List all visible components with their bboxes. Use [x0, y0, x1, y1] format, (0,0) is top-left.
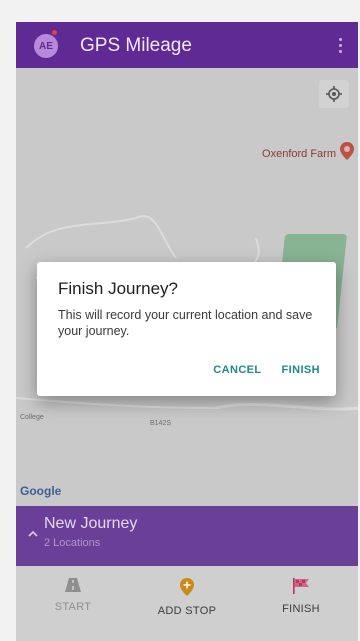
dialog-message: This will record your current location a… [58, 308, 313, 338]
dialog-actions: CANCEL FINISH [213, 364, 320, 376]
finish-journey-dialog: Finish Journey? This will record your cu… [37, 262, 336, 396]
device-frame: AE GPS Mileage Oxenford Farm College B14… [0, 0, 360, 641]
cancel-button[interactable]: CANCEL [213, 364, 261, 376]
dialog-title: Finish Journey? [58, 279, 179, 298]
confirm-finish-button[interactable]: FINISH [282, 364, 320, 376]
